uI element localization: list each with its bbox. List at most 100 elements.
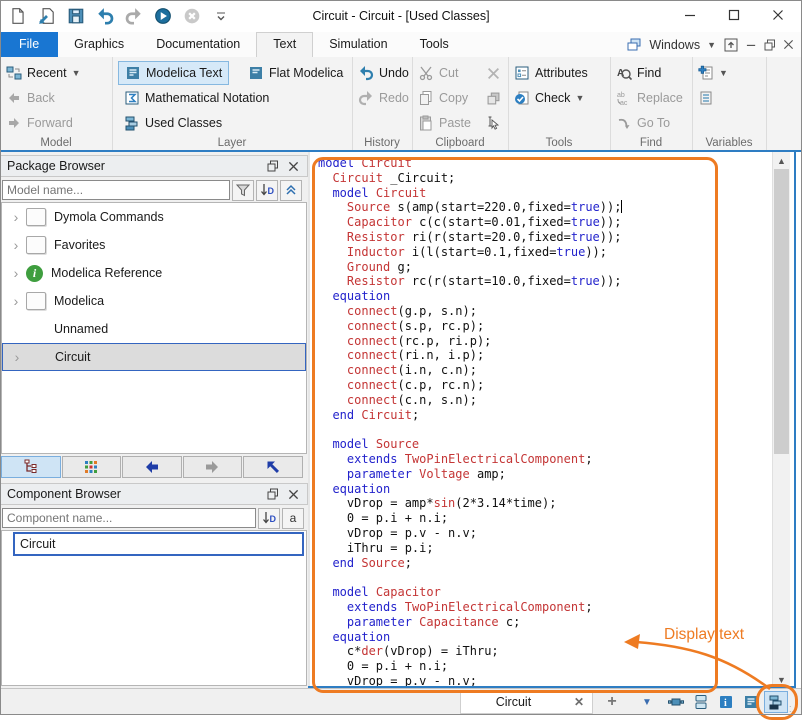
code-token: c(c(start=0.01,fixed= [412,215,571,229]
window-controls [668,0,800,30]
child-minimize-icon[interactable] [746,39,757,50]
tab-text[interactable]: Text [256,32,313,57]
code-token: (c.n, s.n); [397,393,476,407]
tab-documentation[interactable]: Documentation [140,32,256,57]
modelica-text-button[interactable]: Modelica Text [118,61,229,85]
code-token: (i.n, c.n); [397,363,476,377]
add-variable-button[interactable]: ▼ [692,61,734,85]
tab-graphics[interactable]: Graphics [58,32,140,57]
component-item-selected[interactable]: Circuit [13,532,304,556]
cascade-windows-icon[interactable] [626,37,642,53]
mathematical-notation-button[interactable]: Mathematical Notation [118,86,275,110]
code-token: connect [347,304,398,318]
code-token: _Circuit; [383,171,455,185]
code-token [318,437,332,451]
package-browser-titlebar: Package Browser [0,155,308,177]
redo-icon [358,90,374,106]
expand-chevron-icon[interactable]: › [8,237,24,253]
code-token [397,452,404,466]
expand-chevron-icon[interactable]: › [8,293,24,309]
undo-button[interactable]: Undo [352,61,415,85]
recent-button[interactable]: Recent▼ [0,61,87,85]
code-token: vDrop = p.v - n.v; [318,526,477,540]
code-line: connect(g.p, s.n); [318,304,622,319]
scrollbar-thumb[interactable] [774,169,789,454]
windows-menu-label[interactable]: Windows [649,38,700,52]
package-icon [26,208,46,226]
sort-icon[interactable]: D [258,508,280,529]
documentation-layer-button[interactable]: i [714,691,738,713]
close-icon[interactable] [756,0,800,30]
close-panel-icon[interactable] [285,486,301,502]
tree-item-circuit[interactable]: ›Circuit [2,343,306,371]
component-list[interactable]: Circuit [1,530,307,686]
code-token [318,467,347,481]
code-token: connect [347,348,398,362]
tab-simulation[interactable]: Simulation [313,32,403,57]
attributes-button[interactable]: Attributes [508,61,594,85]
code-token: true [556,245,585,259]
tree-view-button[interactable] [1,456,61,478]
float-child-icon[interactable] [723,37,739,53]
tab-file[interactable]: File [0,32,58,57]
code-line: Circuit _Circuit; [318,171,622,186]
sort-icon[interactable]: D [256,180,278,201]
modelica-text-editor[interactable]: model Circuit Circuit _Circuit; model Ci… [310,152,772,688]
maximize-icon[interactable] [712,0,756,30]
tab-tools[interactable]: Tools [404,32,465,57]
diagram-layer-button[interactable] [664,691,688,713]
scroll-up-icon[interactable]: ▲ [773,152,790,169]
code-token [369,186,376,200]
filter-funnel-icon[interactable] [232,180,254,201]
grid-view-button[interactable] [62,456,122,478]
float-panel-icon[interactable] [265,486,281,502]
close-tab-icon[interactable]: ✕ [566,695,592,709]
code-token: (s.p, rc.p); [397,319,484,333]
code-line: equation [318,482,622,497]
code-token [318,215,347,229]
tree-item-favorites[interactable]: ›Favorites [2,231,306,259]
expand-chevron-icon[interactable]: › [8,209,24,225]
icon-layer-button[interactable] [689,691,713,713]
child-close-icon[interactable] [783,39,794,50]
tab-list-dropdown-icon[interactable]: ▼ [636,691,658,713]
mdi-frame-border-bottom [308,686,796,688]
tree-item-modelica-reference[interactable]: ›iModelica Reference [2,259,306,287]
tree-item-dymola-commands[interactable]: ›Dymola Commands [2,203,306,231]
code-line: parameter Voltage amp; [318,467,622,482]
package-tree[interactable]: ›Dymola Commands›Favorites›iModelica Ref… [1,202,307,454]
editor-scrollbar[interactable]: ▲ ▼ [772,152,790,688]
check-button[interactable]: Check▼ [508,86,590,110]
float-panel-icon[interactable] [265,158,281,174]
expand-chevron-icon[interactable]: › [9,349,25,365]
component-name-search-input[interactable] [2,508,256,528]
document-tab-circuit[interactable]: Circuit ✕ [460,690,593,714]
close-panel-icon[interactable] [285,158,301,174]
flat-modelica-button[interactable]: Flat Modelica [242,61,349,85]
find-button[interactable]: A Find [610,61,667,85]
tree-item-modelica[interactable]: ›Modelica [2,287,306,315]
minimize-icon[interactable] [668,0,712,30]
used-classes-button[interactable]: Used Classes [118,111,228,135]
code-line: equation [318,289,622,304]
new-tab-icon[interactable]: + [600,691,624,713]
resize-grip[interactable]: . .. [789,702,799,712]
go-to-parent-button[interactable] [243,456,303,478]
collapse-all-icon[interactable] [280,180,302,201]
model-name-search-input[interactable] [2,180,230,200]
history-back-button[interactable] [122,456,182,478]
modelica-text-layer-button[interactable] [739,691,763,713]
code-token: ; [405,556,412,570]
alphabetical-sort-icon[interactable]: a [282,508,304,529]
code-token [318,186,332,200]
code-token: (rc.p, ri.p); [397,334,491,348]
variable-list-button[interactable] [692,86,720,110]
used-classes-layer-button[interactable] [764,691,788,713]
code-token: connect [347,319,398,333]
code-token: connect [347,363,398,377]
windows-dropdown-icon[interactable]: ▼ [707,40,716,50]
expand-chevron-icon[interactable]: › [8,265,24,281]
tree-item-unnamed[interactable]: Unnamed [2,315,306,343]
code-token [318,334,347,348]
child-restore-icon[interactable] [764,39,776,51]
